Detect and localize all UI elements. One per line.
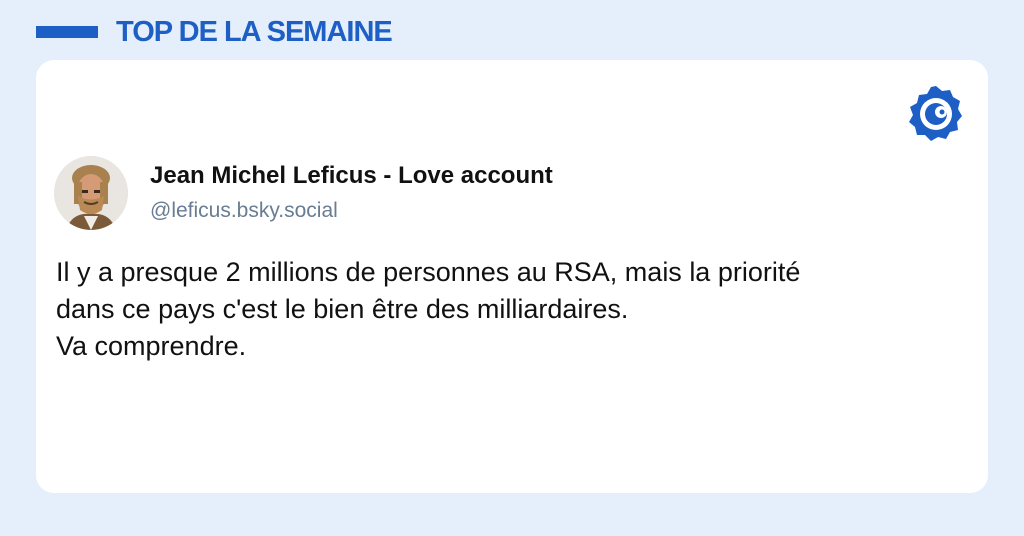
post-text: Il y a presque 2 millions de personnes a… [56,254,976,365]
header-title: TOP DE LA SEMAINE [116,16,393,48]
post-text-line: dans ce pays c'est le bien être des mill… [56,294,629,324]
post-text-line: Il y a presque 2 millions de personnes a… [56,257,801,287]
post-card: Jean Michel Leficus - Love account @lefi… [36,60,988,493]
avatar[interactable] [54,156,128,230]
author-name[interactable]: Jean Michel Leficus - Love account [150,160,553,192]
post-text-line: Va comprendre. [56,331,247,361]
header-accent-bar [36,26,98,38]
bluesky-badge-icon [904,82,968,146]
author-handle[interactable]: @leficus.bsky.social [150,196,338,226]
